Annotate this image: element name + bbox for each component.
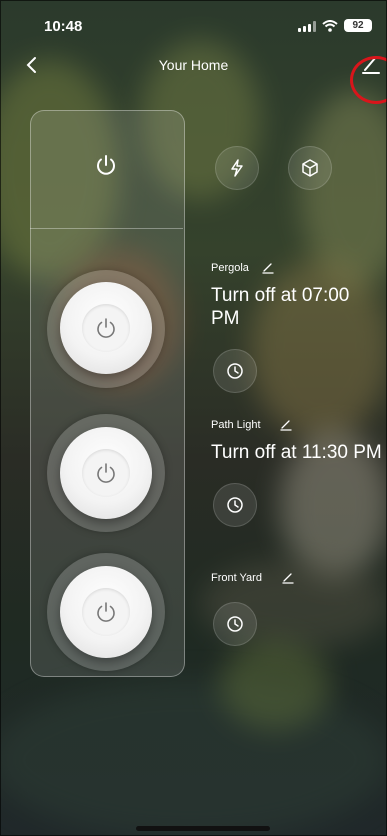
clock-icon [227,616,243,632]
pergola-edit-pencil-icon[interactable] [262,262,274,274]
signal-icon [298,21,316,32]
all-power-icon[interactable] [93,152,119,178]
scenes-button[interactable] [215,146,259,190]
pergola-timer-button[interactable] [213,349,257,393]
battery-indicator: 92 [344,19,372,32]
button-face [82,588,130,636]
clock-icon [227,497,243,513]
pergola-schedule-text: Turn off at 07:00 PM [211,285,350,329]
button-face [82,449,130,497]
status-bar: 10:48 92 [0,0,387,40]
zone-label-pergola: Pergola [211,262,249,274]
power-icon [97,318,115,338]
button-face [82,304,130,352]
page-title: Your Home [158,57,229,73]
path-light-timer-button[interactable] [213,483,257,527]
front-yard-power-button[interactable] [60,566,152,658]
power-icon [97,602,115,622]
panel-divider [30,228,183,229]
clock-icon [227,363,243,379]
zone-label-front-yard: Front Yard [211,572,262,584]
device-button[interactable] [288,146,332,190]
status-time: 10:48 [44,18,83,35]
path-light-edit-pencil-icon[interactable] [280,419,292,431]
cube-icon [302,159,318,177]
power-icon [97,463,115,483]
front-yard-timer-button[interactable] [213,602,257,646]
lightning-icon [231,159,243,177]
path-light-power-button[interactable] [60,427,152,519]
home-indicator[interactable] [136,826,270,831]
front-yard-edit-pencil-icon[interactable] [282,572,294,584]
pergola-power-button[interactable] [60,282,152,374]
zone-label-path-light: Path Light [211,419,261,431]
top-bar: Your Home [0,48,387,82]
wifi-icon [322,20,338,32]
path-light-schedule-text: Turn off at 11:30 PM [211,442,382,463]
